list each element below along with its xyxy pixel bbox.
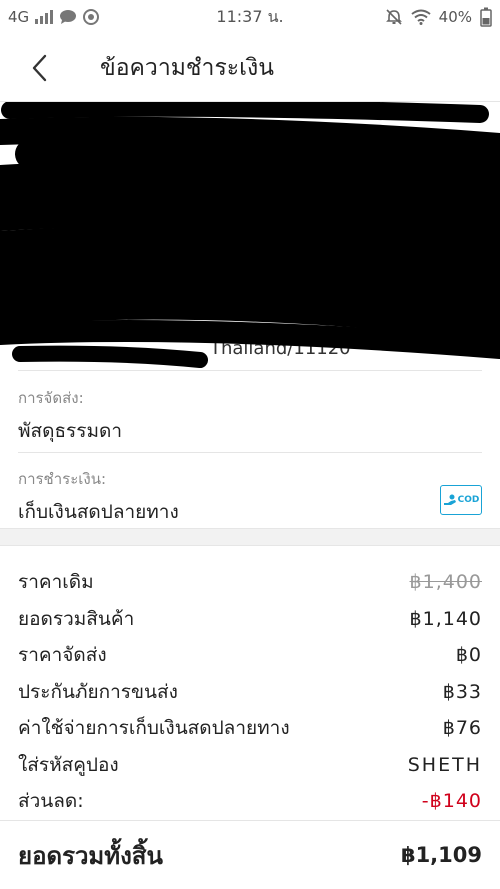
message-icon — [60, 10, 77, 24]
page-title: ข้อความชำระเงิน — [100, 54, 274, 81]
shipping-label: การจัดส่ง: — [18, 389, 84, 407]
network-type: 4G — [8, 8, 30, 26]
signal-icon — [35, 10, 54, 24]
summary-row-shipping-fee: ราคาจัดส่ง ฿0 — [0, 637, 500, 674]
original-price-value: ฿1,400 — [409, 571, 482, 594]
subtotal-value: ฿1,140 — [409, 607, 482, 630]
discount-label: ส่วนลด: — [18, 790, 84, 813]
summary-row-discount: ส่วนลด: -฿140 — [0, 783, 500, 820]
summary-row-cod-fee: ค่าใช้จ่ายการเก็บเงินสดปลายทาง ฿76 — [0, 710, 500, 747]
summary-row-subtotal: ยอดรวมสินค้า ฿1,140 — [0, 601, 500, 638]
grand-total: ยอดรวมทั้งสิ้น ฿1,109 — [0, 830, 500, 880]
grand-total-value: ฿1,109 — [400, 843, 482, 867]
insurance-label: ประกันภัยการขนส่ง — [18, 680, 178, 703]
price-summary: ราคาเดิม ฿1,400 ยอดรวมสินค้า ฿1,140 ราคา… — [0, 564, 500, 820]
summary-row-insurance: ประกันภัยการขนส่ง ฿33 — [0, 674, 500, 711]
subtotal-label: ยอดรวมสินค้า — [18, 607, 135, 630]
cod-badge: COD — [440, 485, 482, 515]
divider — [18, 452, 482, 453]
divider — [18, 370, 482, 371]
coupon-label: ใส่รหัสคูปอง — [18, 753, 119, 776]
summary-row-original-price: ราคาเดิม ฿1,400 — [0, 564, 500, 601]
cod-fee-value: ฿76 — [442, 717, 482, 740]
cod-badge-text: COD — [457, 495, 480, 505]
discount-value: -฿140 — [421, 790, 482, 813]
shipping-address: อ.ปากเกร็ด Thailand/11120 — [0, 102, 500, 370]
payment-value: เก็บเงินสดปลายทาง — [18, 501, 179, 523]
cod-fee-label: ค่าใช้จ่ายการเก็บเงินสดปลายทาง — [18, 717, 290, 740]
redaction-scribble — [0, 102, 500, 368]
payment-label: การชำระเงิน: — [18, 470, 107, 488]
status-bar: 4G 11:37 น. 40% — [0, 0, 500, 34]
shipping-method: การจัดส่ง: พัสดุธรรมดา — [0, 386, 500, 446]
divider — [0, 820, 500, 821]
coupon-code: SHETH — [407, 753, 482, 776]
back-button[interactable] — [0, 34, 80, 102]
chevron-left-icon — [32, 54, 47, 81]
chrome-icon — [83, 9, 100, 25]
battery-percent: 40% — [438, 8, 472, 26]
section-gap — [0, 528, 500, 546]
battery-icon — [480, 7, 492, 27]
insurance-value: ฿33 — [442, 680, 482, 703]
shipping-value: พัสดุธรรมดา — [18, 420, 122, 442]
alarm-off-icon — [385, 9, 402, 25]
app-bar: ข้อความชำระเงิน — [0, 34, 500, 102]
shipping-fee-label: ราคาจัดส่ง — [18, 644, 107, 667]
shipping-fee-value: ฿0 — [455, 644, 482, 667]
grand-total-label: ยอดรวมทั้งสิ้น — [18, 841, 163, 870]
summary-row-coupon: ใส่รหัสคูปอง SHETH — [0, 747, 500, 784]
clock: 11:37 น. — [216, 6, 284, 26]
payment-method: การชำระเงิน: เก็บเงินสดปลายทาง — [0, 467, 500, 527]
original-price-label: ราคาเดิม — [18, 571, 94, 594]
wifi-icon — [411, 9, 431, 25]
cod-hand-icon — [443, 494, 456, 505]
